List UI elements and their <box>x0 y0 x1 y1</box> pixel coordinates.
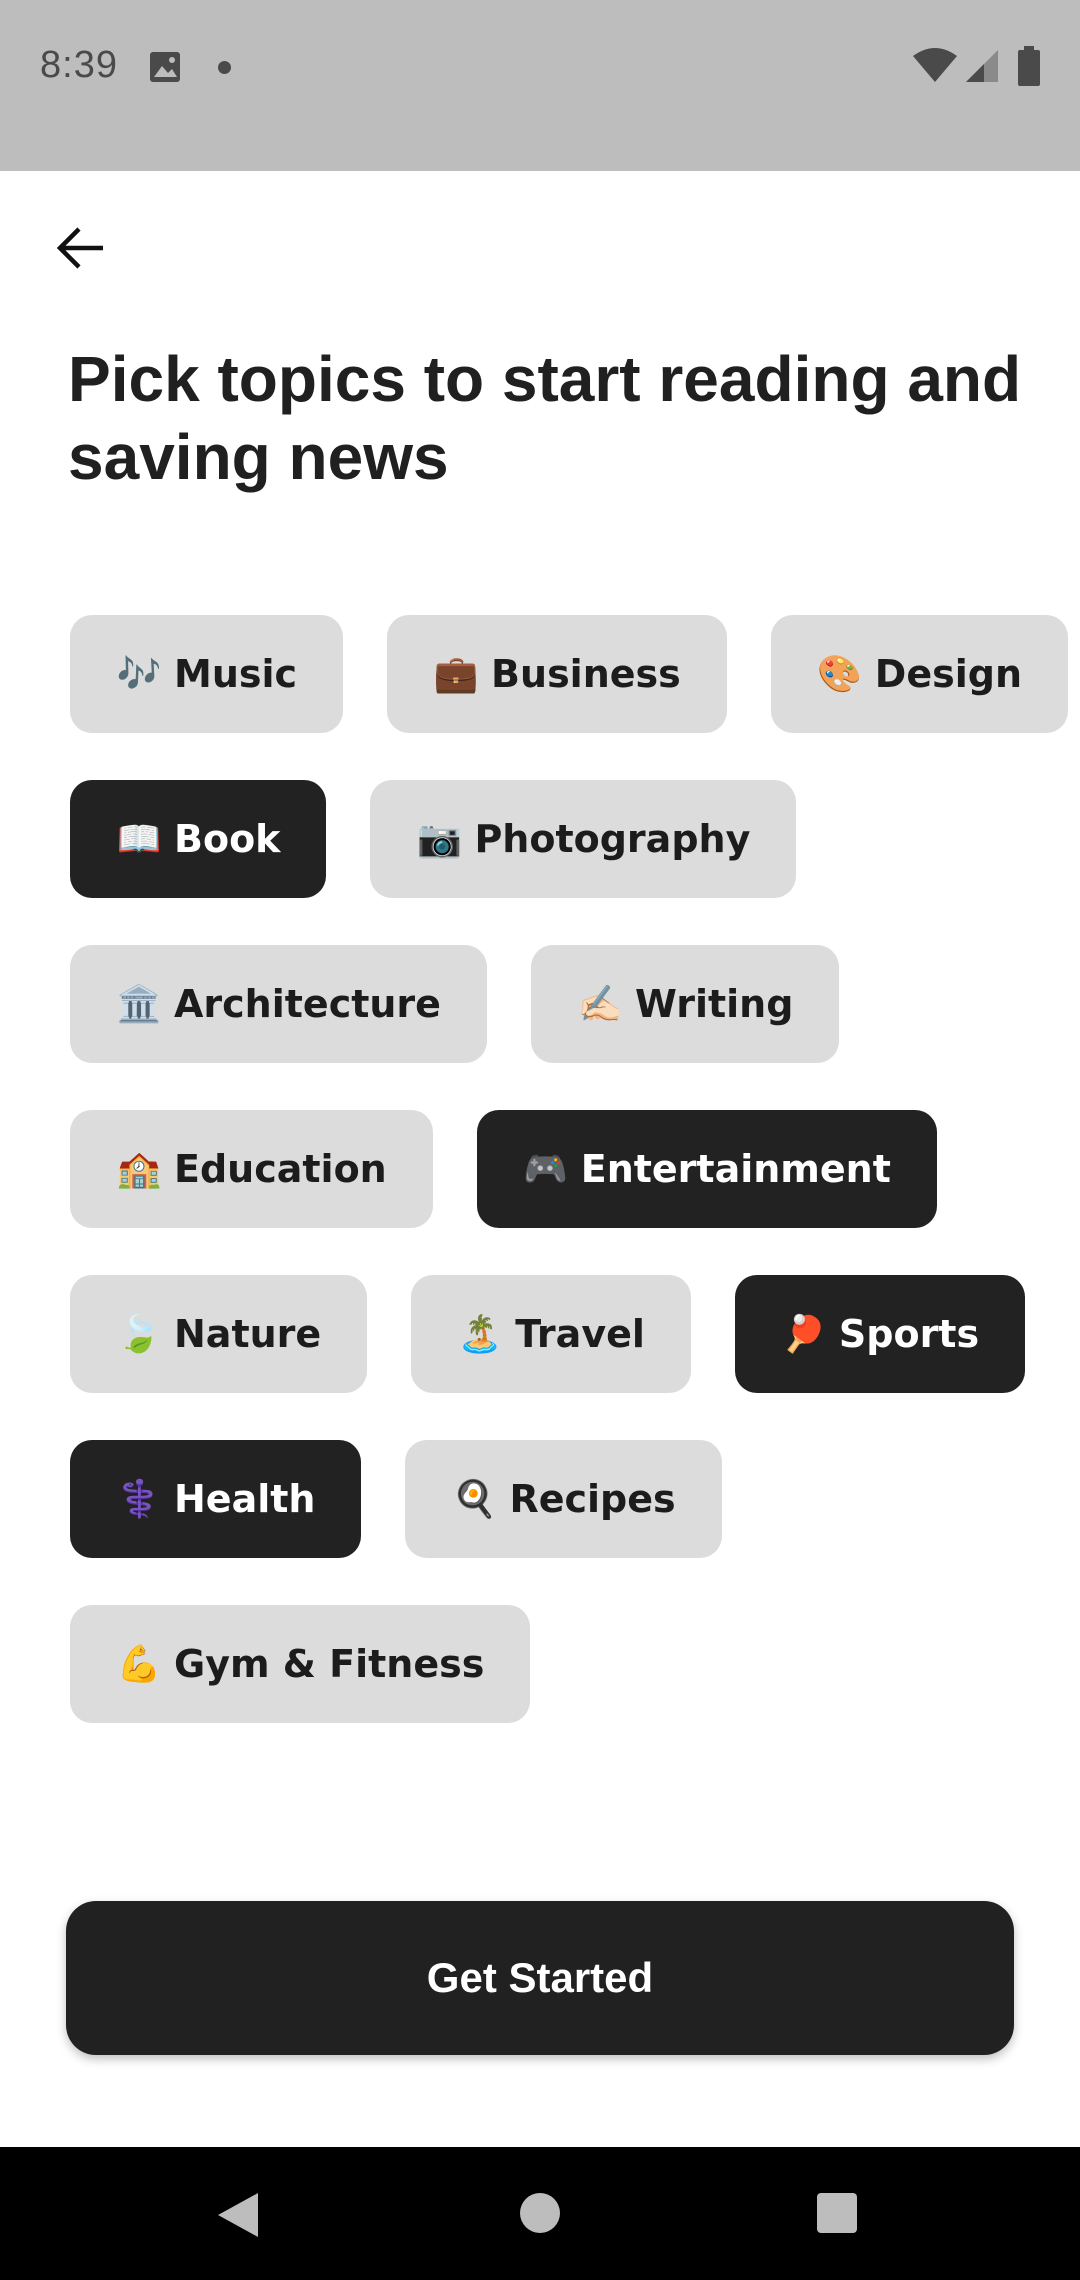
topic-chip-architecture[interactable]: 🏛️ Architecture <box>70 945 487 1063</box>
topic-emoji-icon: 🏫 <box>116 1149 162 1190</box>
topic-chip-business[interactable]: 💼 Business <box>387 615 727 733</box>
topic-emoji-icon: 💪 <box>116 1644 162 1685</box>
image-notification-icon <box>148 50 182 88</box>
topic-chip-list: 🎶 Music 💼 Business 🎨 Design 📖 Book 📷 Photography 🏛… <box>70 615 1068 1770</box>
arrow-left-icon <box>56 227 103 269</box>
topic-chip-label: Nature <box>174 1312 322 1356</box>
topic-emoji-icon: 🎨 <box>817 654 863 695</box>
nav-home-icon[interactable] <box>520 2193 560 2233</box>
topic-emoji-icon: 🍳 <box>452 1479 497 1520</box>
system-nav-bar <box>0 2147 1080 2280</box>
topic-chip-label: Book <box>174 817 281 861</box>
topic-chip-row: 🎶 Music 💼 Business 🎨 Design <box>70 615 1068 733</box>
wifi-icon <box>912 48 958 88</box>
topic-chip-music[interactable]: 🎶 Music <box>70 615 344 733</box>
get-started-button[interactable]: Get Started <box>66 1901 1014 2055</box>
topic-emoji-icon: 🏓 <box>781 1314 827 1355</box>
topic-chip-label: Sports <box>838 1312 980 1356</box>
battery-icon <box>1018 46 1040 90</box>
topic-chip-label: Architecture <box>174 982 441 1026</box>
topic-emoji-icon: 🎮 <box>523 1149 569 1190</box>
topic-chip-label: Design <box>874 652 1022 696</box>
topic-emoji-icon: 📖 <box>116 819 162 860</box>
topic-chip-photography[interactable]: 📷 Photography <box>370 780 797 898</box>
topic-emoji-icon: 🏝️ <box>457 1314 503 1355</box>
topic-chip-education[interactable]: 🏫 Education <box>70 1110 433 1228</box>
nav-recents-icon[interactable] <box>817 2193 857 2233</box>
topic-chip-row: 💪 Gym & Fitness <box>70 1605 1030 1723</box>
topic-chip-writing[interactable]: ✍🏻 Writing <box>530 945 840 1063</box>
topic-chip-design[interactable]: 🎨 Design <box>770 615 1068 733</box>
topic-emoji-icon: 🍃 <box>116 1314 162 1355</box>
topic-emoji-icon: ⚕️ <box>116 1479 162 1520</box>
topic-chip-label: Gym & Fitness <box>174 1642 485 1686</box>
topic-chip-row: 🏛️ Architecture ✍🏻 Writing <box>70 945 1030 1063</box>
topic-chip-row: 🏫 Education 🎮 Entertainment <box>70 1110 1030 1228</box>
topic-emoji-icon: 🏛️ <box>116 984 162 1025</box>
nav-back-icon[interactable] <box>216 2191 260 2243</box>
dot-icon <box>218 61 231 74</box>
status-time: 8:39 <box>40 44 118 86</box>
topic-chip-label: Music <box>174 652 298 696</box>
topic-chip-row: ⚕️ Health 🍳 Recipes <box>70 1440 1030 1558</box>
topic-chip-row: 📖 Book 📷 Photography <box>70 780 1030 898</box>
topic-chip-label: Travel <box>515 1312 645 1356</box>
topic-emoji-icon: 🎶 <box>116 654 162 695</box>
topic-chip-label: Business <box>491 652 681 696</box>
topic-chip-label: Health <box>174 1477 316 1521</box>
topic-chip-travel[interactable]: 🏝️ Travel <box>411 1275 691 1393</box>
topic-chip-row: 🍃 Nature 🏝️ Travel 🏓 Sports <box>70 1275 1030 1393</box>
back-button[interactable] <box>40 208 120 288</box>
topic-emoji-icon: 💼 <box>433 654 479 695</box>
topic-chip-label: Education <box>174 1147 387 1191</box>
signal-icon <box>964 48 1000 88</box>
status-bar: 8:39 <box>0 0 1080 171</box>
topic-chip-gym-fitness[interactable]: 💪 Gym & Fitness <box>70 1605 531 1723</box>
topic-chip-label: Photography <box>474 817 751 861</box>
page-title: Pick topics to start reading and saving … <box>68 343 1022 493</box>
topic-chip-label: Writing <box>634 982 794 1026</box>
topic-chip-label: Recipes <box>509 1477 676 1521</box>
topic-emoji-icon: 📷 <box>417 819 462 860</box>
topic-chip-nature[interactable]: 🍃 Nature <box>70 1275 368 1393</box>
topic-chip-label: Entertainment <box>580 1147 891 1191</box>
topic-chip-recipes[interactable]: 🍳 Recipes <box>405 1440 722 1558</box>
topic-emoji-icon: ✍🏻 <box>577 984 623 1025</box>
topic-chip-health[interactable]: ⚕️ Health <box>70 1440 362 1558</box>
topic-chip-entertainment[interactable]: 🎮 Entertainment <box>476 1110 937 1228</box>
topic-chip-sports[interactable]: 🏓 Sports <box>734 1275 1026 1393</box>
topic-chip-book[interactable]: 📖 Book <box>70 780 327 898</box>
